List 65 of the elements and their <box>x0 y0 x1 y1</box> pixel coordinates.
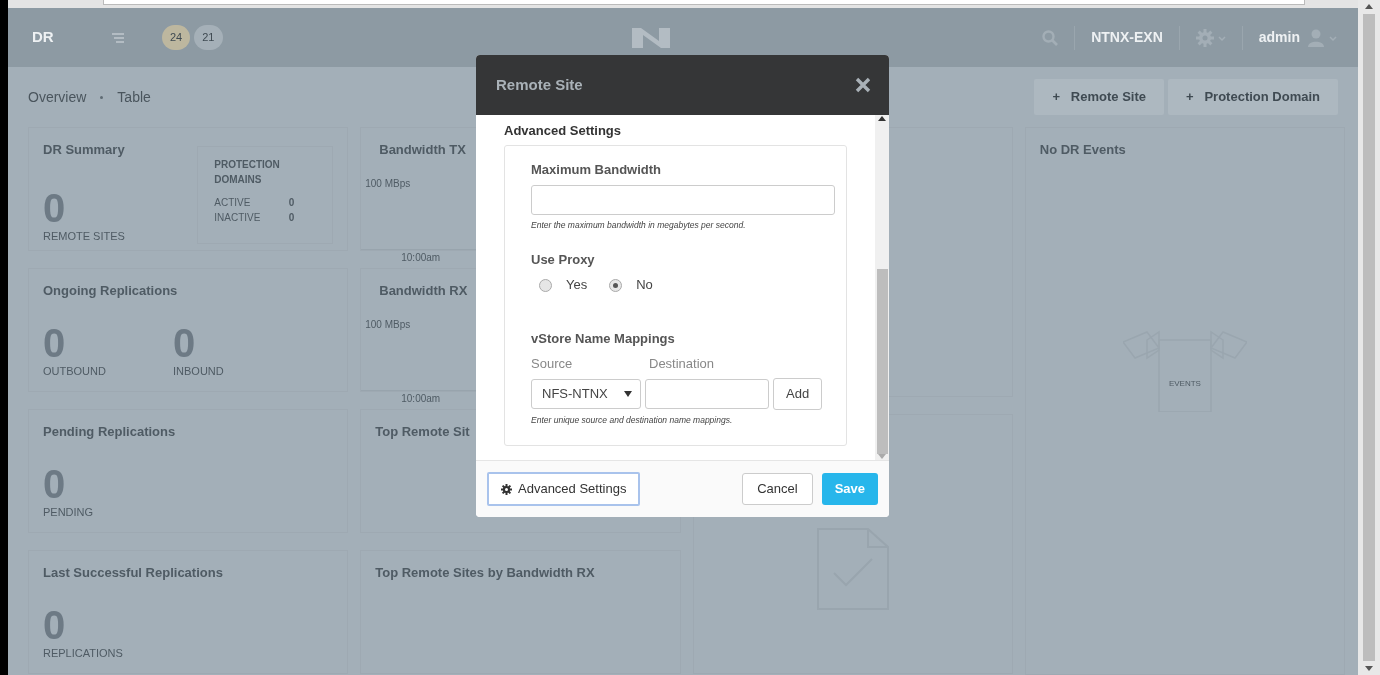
scroll-down-icon[interactable] <box>1364 665 1374 673</box>
radio-label[interactable]: Yes <box>566 275 588 295</box>
scrollbar-thumb[interactable] <box>1363 14 1375 661</box>
box-label: EVENTS <box>1168 377 1201 390</box>
stat-label: OUTBOUND <box>43 363 107 379</box>
stat-label: REMOTE SITES <box>43 228 126 244</box>
scrollbar-thumb[interactable] <box>876 269 888 454</box>
page-title: DR <box>32 27 55 48</box>
cancel-button[interactable]: Cancel <box>742 473 813 505</box>
dialog-title: Remote Site <box>496 74 583 95</box>
radio-button[interactable] <box>609 278 623 292</box>
row-value: 0 <box>288 210 295 225</box>
axis-label: 100 MBps <box>365 318 411 330</box>
stat-label: INBOUND <box>173 363 225 379</box>
address-bar[interactable] <box>103 0 1305 5</box>
close-icon[interactable] <box>855 77 871 93</box>
stat-label: REPLICATIONS <box>43 645 124 661</box>
axis-label: 10:00am <box>401 250 441 265</box>
row-label: INACTIVE <box>214 210 261 225</box>
save-button[interactable]: Save <box>821 473 878 505</box>
add-button[interactable]: Add <box>773 377 823 410</box>
card-title: Bandwidth TX <box>379 141 466 159</box>
cluster-name[interactable]: NTNX-EXN <box>1091 27 1163 49</box>
logo-icon[interactable] <box>632 27 670 48</box>
card-title: Pending Replications <box>43 423 176 441</box>
card-title: Top Remote Sites by Bandwidth RX <box>375 564 595 582</box>
scroll-up-icon[interactable] <box>1364 2 1374 10</box>
card-title: DR Summary <box>43 141 125 159</box>
card-title: Ongoing Replications <box>43 282 178 300</box>
stat-label: PENDING <box>43 504 95 520</box>
breadcrumb-link[interactable]: Overview <box>28 86 87 108</box>
card-title: Bandwidth RX <box>379 282 468 300</box>
settings-icon <box>501 483 512 495</box>
add-button[interactable]: + Protection Domain <box>1168 79 1338 115</box>
radio-label[interactable]: No <box>636 275 653 295</box>
section-title: Advanced Settings <box>504 122 623 140</box>
user-name[interactable]: admin <box>1258 27 1300 49</box>
card-title: Top Remote Sit <box>375 423 470 441</box>
bandwidth-input[interactable] <box>531 185 835 215</box>
column-label: Source <box>531 355 574 374</box>
card-title: No DR Events <box>1039 141 1126 159</box>
breadcrumb-link[interactable]: Table <box>117 86 151 108</box>
menu-icon[interactable] <box>112 31 126 44</box>
separator-dot <box>100 95 104 99</box>
help-text: Enter the maximum bandwidth in megabytes per second. <box>531 219 747 232</box>
axis-label: 10:00am <box>401 391 441 406</box>
panel-title: PROTECTION DOMAINS <box>214 157 281 187</box>
count-badge[interactable]: 24 <box>162 25 191 50</box>
help-text: Enter unique source and destination name mappings. <box>531 413 734 427</box>
field-label: vStore Name Mappings <box>531 329 676 348</box>
field-label: Use Proxy <box>531 250 596 269</box>
radio-button[interactable] <box>539 278 552 292</box>
count-badge[interactable]: 21 <box>194 25 223 50</box>
column-label: Destination <box>649 355 715 374</box>
row-label: ACTIVE <box>214 195 251 210</box>
row-value: 0 <box>288 195 295 210</box>
add-button[interactable]: + Remote Site <box>1034 79 1164 115</box>
source-select[interactable]: NFS-NTNX <box>531 378 641 409</box>
caret-icon <box>624 390 632 397</box>
destination-input[interactable] <box>645 378 769 409</box>
axis-label: 100 MBps <box>365 177 411 189</box>
advanced-settings-button[interactable]: Advanced Settings <box>487 472 641 506</box>
card-title: Last Successful Replications <box>43 564 223 582</box>
scrollbar[interactable] <box>875 115 889 460</box>
field-label: Maximum Bandwidth <box>531 160 662 179</box>
